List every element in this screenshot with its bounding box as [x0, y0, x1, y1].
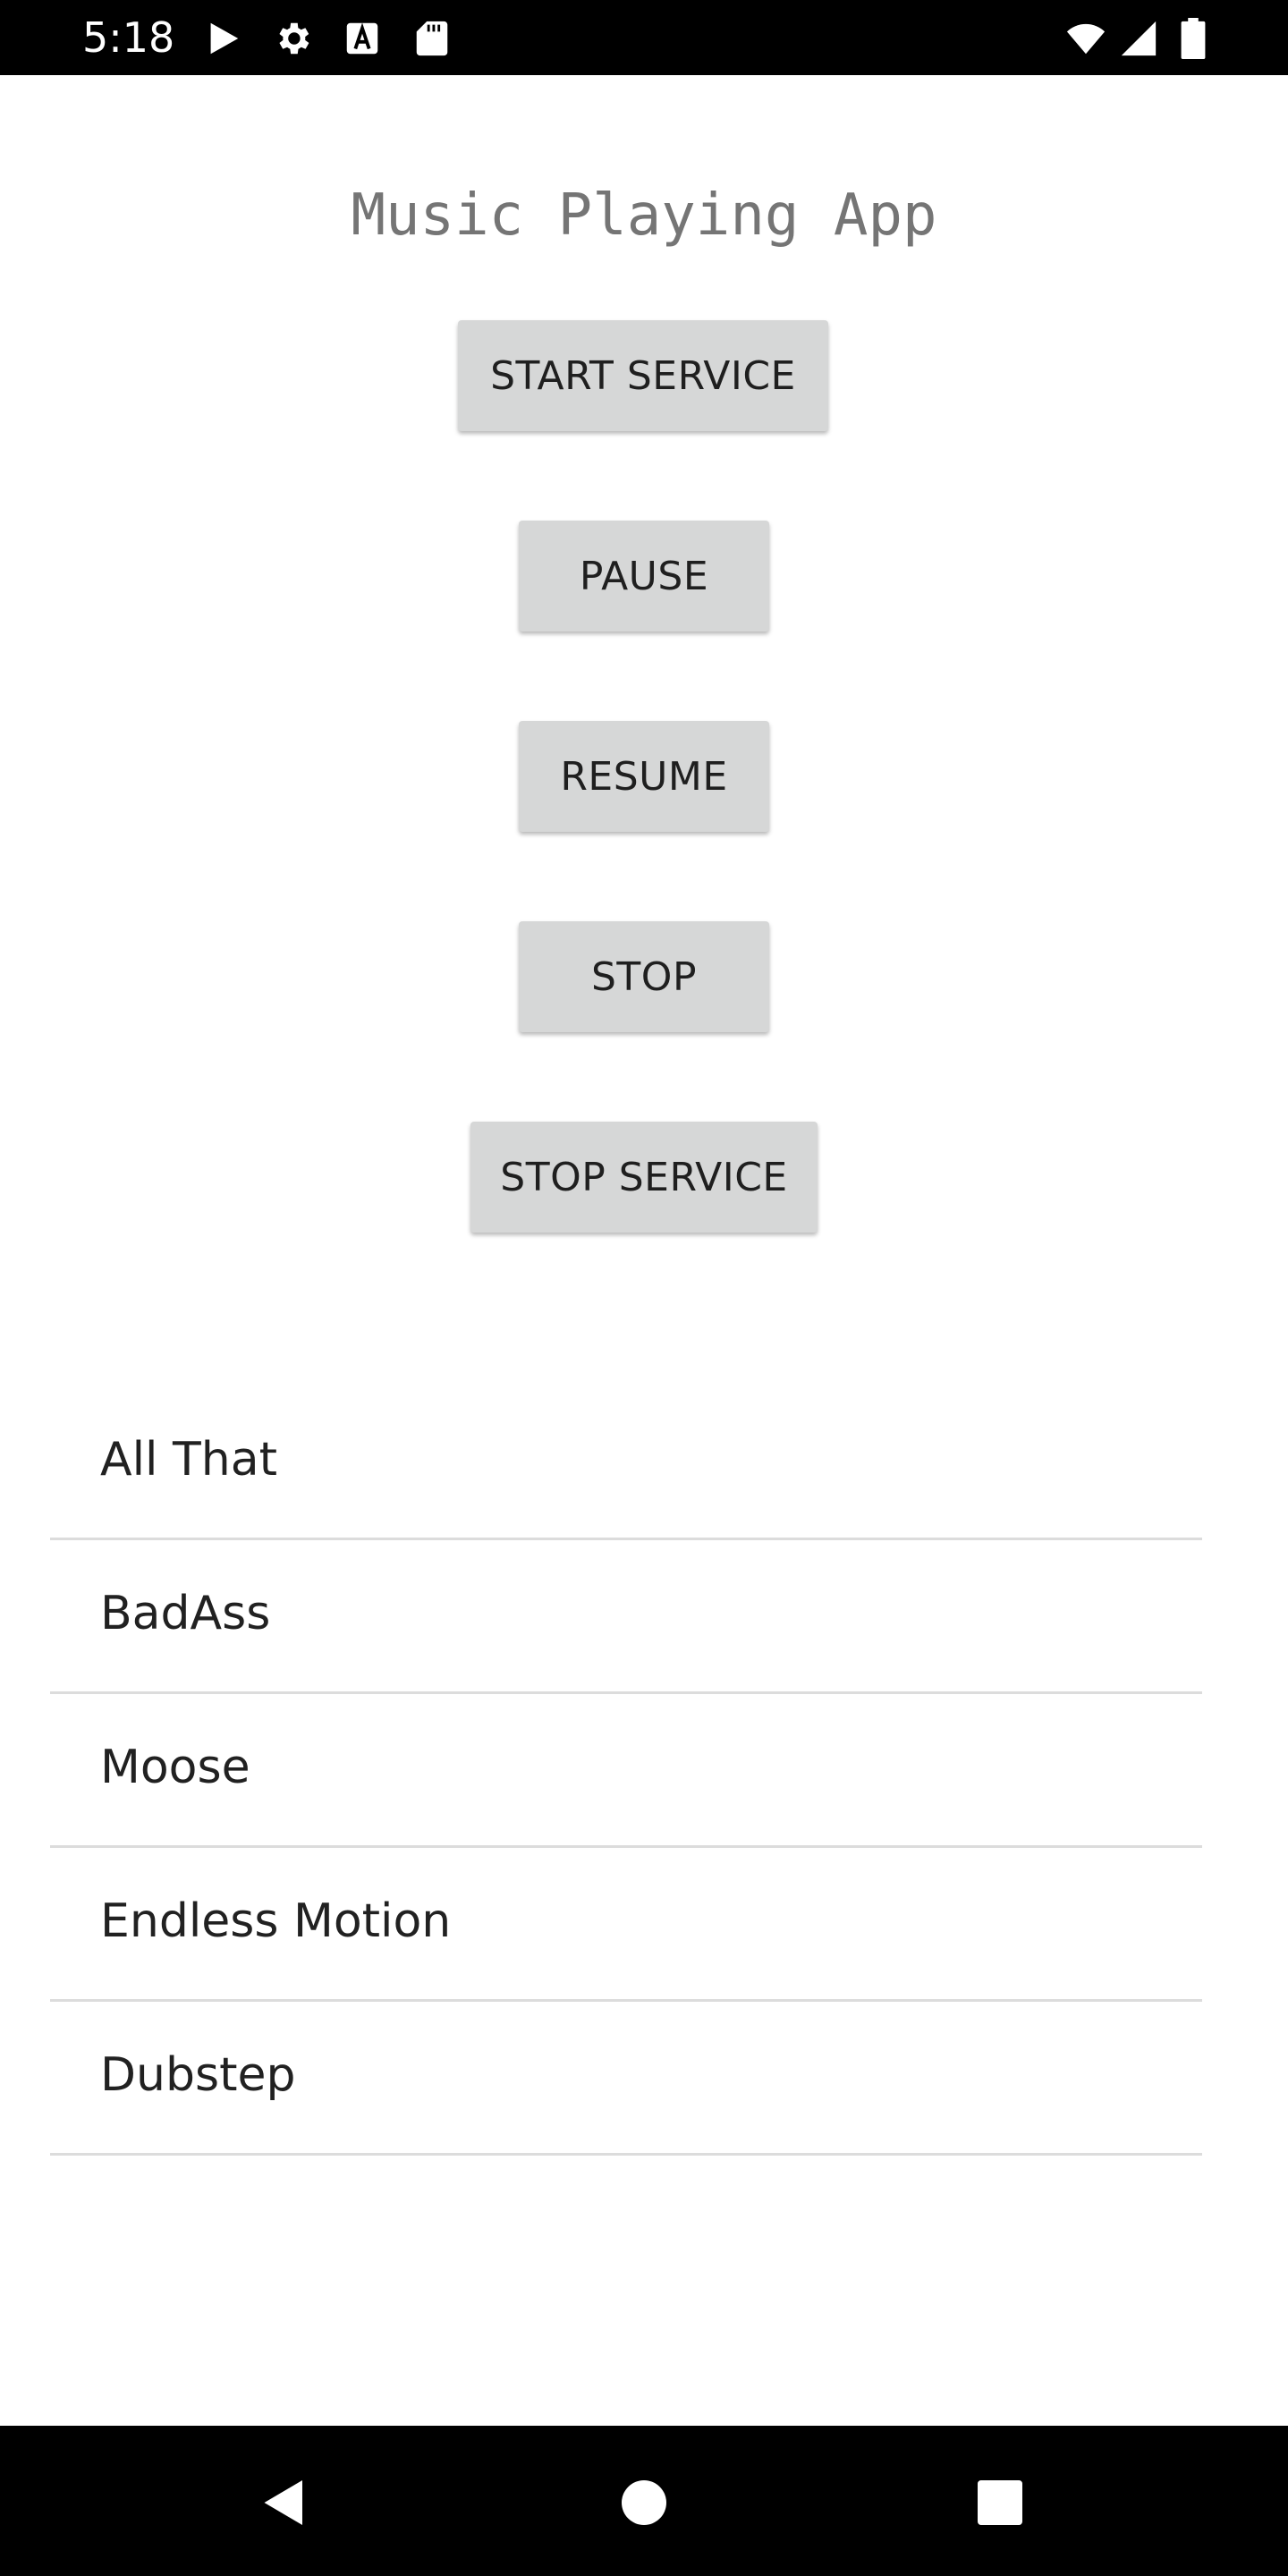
resume-button[interactable]: RESUME: [519, 721, 769, 832]
status-bar: 5:18: [0, 0, 1288, 75]
play-store-icon: [210, 22, 239, 55]
stop-service-button[interactable]: STOP SERVICE: [470, 1122, 818, 1233]
song-list: All That BadAss Moose Endless Motion Dub…: [50, 1386, 1202, 2156]
settings-gear-icon: [279, 22, 309, 55]
status-time: 5:18: [82, 13, 175, 62]
song-title: Moose: [100, 1741, 250, 1794]
list-item[interactable]: BadAss: [50, 1540, 1202, 1694]
song-title: Dubstep: [100, 2048, 296, 2102]
pause-button[interactable]: PAUSE: [519, 521, 769, 631]
back-icon[interactable]: [258, 2476, 311, 2529]
list-item[interactable]: Endless Motion: [50, 1848, 1202, 2002]
recents-icon[interactable]: [973, 2476, 1027, 2529]
home-icon[interactable]: [617, 2476, 671, 2529]
sd-card-icon: [416, 21, 448, 56]
song-title: Endless Motion: [100, 1894, 452, 1948]
list-item[interactable]: Moose: [50, 1694, 1202, 1848]
battery-icon: [1181, 18, 1206, 59]
font-a-icon: [346, 22, 378, 55]
navigation-bar: [0, 2426, 1288, 2576]
cell-signal-icon: [1121, 21, 1157, 56]
stop-button[interactable]: STOP: [519, 921, 769, 1032]
song-title: BadAss: [100, 1587, 271, 1640]
list-item[interactable]: Dubstep: [50, 2002, 1202, 2156]
list-item[interactable]: All That: [50, 1386, 1202, 1540]
wifi-icon: [1066, 23, 1106, 55]
song-title: All That: [100, 1433, 277, 1487]
start-service-button[interactable]: START SERVICE: [458, 320, 828, 431]
app-title: Music Playing App: [351, 182, 937, 249]
